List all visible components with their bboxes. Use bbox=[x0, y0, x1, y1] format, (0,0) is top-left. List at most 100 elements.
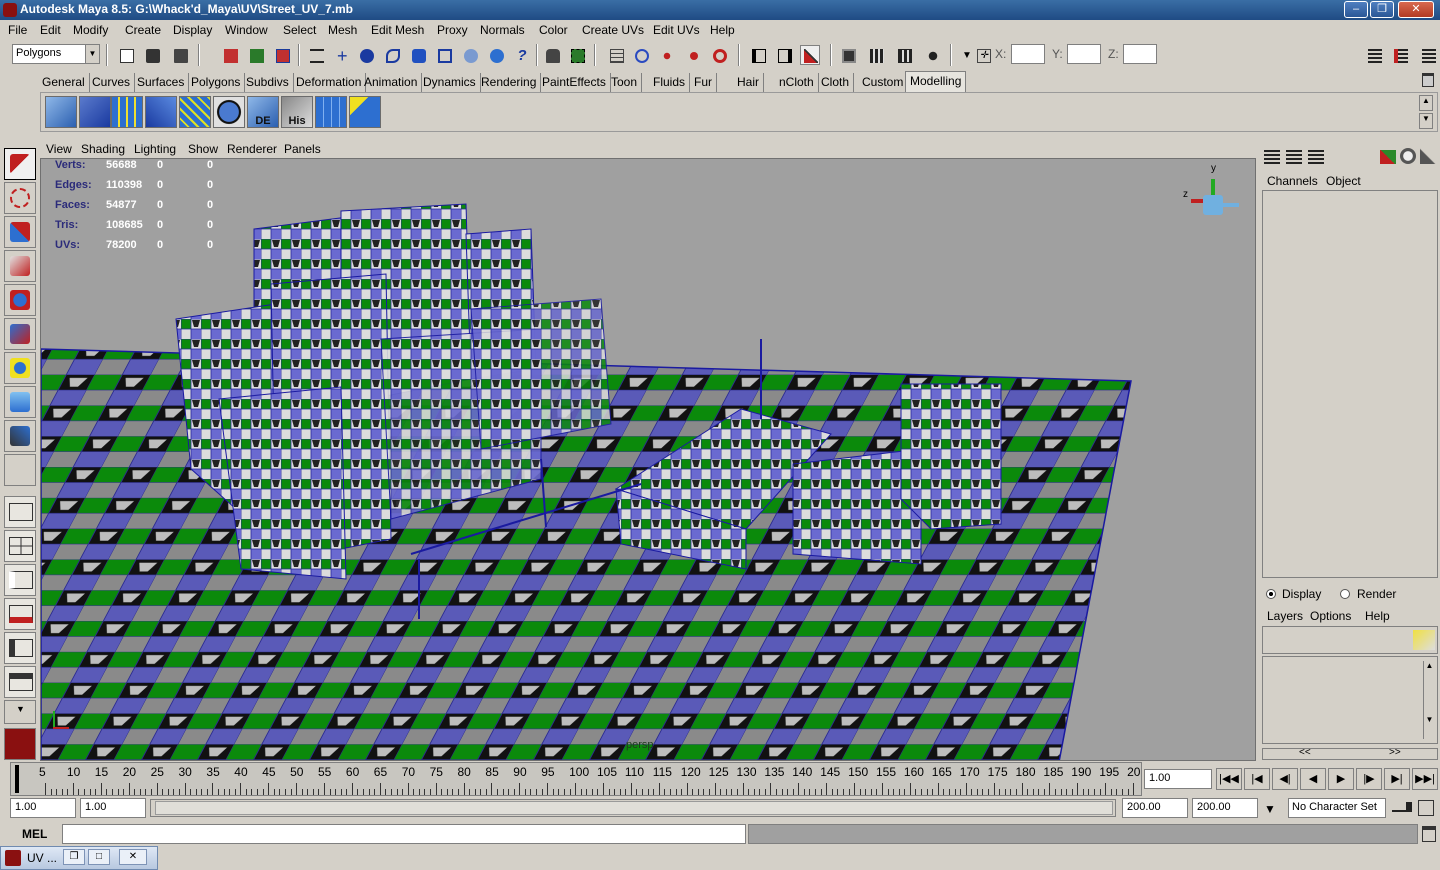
paint-select-tool-icon[interactable] bbox=[4, 216, 36, 248]
go-to-start-icon[interactable]: |◀◀ bbox=[1216, 768, 1242, 790]
universal-manipulator-icon[interactable] bbox=[4, 352, 36, 384]
select-rendering-icon[interactable] bbox=[486, 45, 506, 65]
snap-point-icon[interactable] bbox=[656, 45, 676, 65]
shelf-scroll-up-icon[interactable]: ▲ bbox=[1419, 95, 1433, 111]
save-scene-icon[interactable] bbox=[170, 45, 190, 65]
tab-deformation[interactable]: Deformation bbox=[292, 73, 367, 92]
tab-cloth[interactable]: Cloth bbox=[817, 73, 855, 92]
minimized-restore-icon[interactable]: ❐ bbox=[63, 849, 85, 865]
panel-menu-view[interactable]: View bbox=[46, 142, 72, 156]
select-surfaces-icon[interactable] bbox=[408, 45, 428, 65]
auto-key-icon[interactable] bbox=[1392, 802, 1412, 812]
script-editor-icon[interactable] bbox=[1422, 826, 1436, 842]
display-radio[interactable] bbox=[1266, 589, 1276, 599]
character-set-chevron-icon[interactable]: ▼ bbox=[1264, 802, 1276, 816]
layout-single-perspective-icon[interactable] bbox=[4, 496, 36, 528]
select-component-icon[interactable] bbox=[272, 45, 292, 65]
scroll-right-icon[interactable]: >> bbox=[1389, 747, 1401, 758]
poly-cube-icon[interactable] bbox=[45, 96, 77, 128]
select-object-icon[interactable] bbox=[246, 45, 266, 65]
panel-menu-lighting[interactable]: Lighting bbox=[134, 142, 176, 156]
y-input[interactable] bbox=[1067, 44, 1101, 64]
bevel-icon[interactable] bbox=[179, 96, 211, 128]
panel-menu-renderer[interactable]: Renderer bbox=[227, 142, 277, 156]
rotate-tool-icon[interactable] bbox=[4, 284, 36, 316]
menu-create[interactable]: Create bbox=[125, 23, 161, 37]
play-backwards-icon[interactable]: ◀ bbox=[1300, 768, 1326, 790]
menu-proxy[interactable]: Proxy bbox=[437, 23, 468, 37]
ipr-render-icon[interactable] bbox=[866, 45, 886, 65]
input-ops-icon[interactable] bbox=[748, 45, 768, 65]
manipulators-icon[interactable] bbox=[1380, 150, 1396, 164]
select-deformations-icon[interactable] bbox=[434, 45, 454, 65]
make-live-icon[interactable] bbox=[709, 45, 729, 65]
menu-create-uvs[interactable]: Create UVs bbox=[582, 23, 644, 37]
tab-ncloth[interactable]: nCloth bbox=[775, 73, 819, 92]
tab-curves[interactable]: Curves bbox=[88, 73, 136, 92]
menu-edit-mesh[interactable]: Edit Mesh bbox=[371, 23, 424, 37]
tab-modelling[interactable]: Modelling bbox=[905, 71, 967, 92]
construction-history-icon[interactable] bbox=[800, 45, 820, 65]
channel-menu-channels[interactable]: Channels bbox=[1267, 174, 1318, 188]
channel-box-area[interactable] bbox=[1262, 190, 1438, 578]
insert-edge-loop-icon[interactable] bbox=[111, 96, 143, 128]
scroll-left-icon[interactable]: << bbox=[1299, 747, 1311, 758]
tab-subdivs[interactable]: Subdivs bbox=[242, 73, 294, 92]
select-handles-icon[interactable]: + bbox=[331, 45, 351, 65]
layout-four-view-icon[interactable] bbox=[4, 530, 36, 562]
menu-help[interactable]: Help bbox=[710, 23, 735, 37]
layer-menu-layers[interactable]: Layers bbox=[1267, 609, 1303, 623]
tab-custom[interactable]: Custom bbox=[858, 73, 909, 92]
layer-menu-options[interactable]: Options bbox=[1310, 609, 1351, 623]
speed-icon[interactable] bbox=[1400, 148, 1416, 164]
playback-end-field[interactable]: 200.00 bbox=[1122, 798, 1188, 818]
menu-edit[interactable]: Edit bbox=[40, 23, 61, 37]
close-button[interactable]: ✕ bbox=[1398, 1, 1434, 18]
uv-texture-editor-icon[interactable] bbox=[349, 96, 381, 128]
minimized-maximize-icon[interactable]: □ bbox=[88, 849, 110, 865]
tab-toon[interactable]: Toon bbox=[607, 73, 643, 92]
character-set-dropdown[interactable]: No Character Set bbox=[1288, 798, 1386, 818]
mask-filter-icon[interactable] bbox=[306, 45, 326, 65]
maya-logo-icon[interactable] bbox=[4, 728, 36, 760]
animation-end-field[interactable]: 200.00 bbox=[1192, 798, 1258, 818]
smooth-icon[interactable] bbox=[213, 96, 245, 128]
open-scene-icon[interactable] bbox=[142, 45, 162, 65]
snap-curve-icon[interactable] bbox=[631, 45, 651, 65]
menu-modify[interactable]: Modify bbox=[73, 23, 108, 37]
minimize-button[interactable]: – bbox=[1344, 1, 1368, 18]
x-input[interactable] bbox=[1011, 44, 1045, 64]
tab-animation[interactable]: Animation bbox=[360, 73, 423, 92]
panel-menu-panels[interactable]: Panels bbox=[284, 142, 321, 156]
range-slider[interactable] bbox=[150, 799, 1116, 817]
current-time-marker[interactable] bbox=[15, 765, 19, 793]
tab-dynamics[interactable]: Dynamics bbox=[419, 73, 481, 92]
view-axis-gizmo-icon[interactable]: y z bbox=[1181, 163, 1241, 233]
new-scene-icon[interactable] bbox=[116, 45, 136, 65]
select-tool-icon[interactable] bbox=[4, 148, 36, 180]
tab-fur[interactable]: Fur bbox=[690, 73, 717, 92]
layer-menu-help[interactable]: Help bbox=[1365, 609, 1390, 623]
absolute-transform-icon[interactable]: ✛ bbox=[973, 45, 993, 65]
channel-box-layout-icon[interactable] bbox=[1264, 150, 1280, 164]
show-manipulator-icon[interactable] bbox=[4, 420, 36, 452]
play-forwards-icon[interactable]: ▶ bbox=[1328, 768, 1354, 790]
layer-scrollbar[interactable]: ▲ ▼ bbox=[1423, 661, 1435, 739]
split-polygon-icon[interactable] bbox=[79, 96, 111, 128]
z-input[interactable] bbox=[1123, 44, 1157, 64]
menu-normals[interactable]: Normals bbox=[480, 23, 525, 37]
menu-file[interactable]: File bbox=[8, 23, 27, 37]
select-misc-icon[interactable]: ? bbox=[511, 45, 531, 65]
snap-view-plane-icon[interactable] bbox=[683, 45, 703, 65]
soft-modification-icon[interactable] bbox=[4, 386, 36, 418]
step-back-frame-icon[interactable]: ◀| bbox=[1272, 768, 1298, 790]
channel-menu-object[interactable]: Object bbox=[1326, 174, 1361, 188]
render-current-frame-icon[interactable] bbox=[838, 45, 858, 65]
hypershade-icon[interactable] bbox=[922, 45, 942, 65]
uv-planar-icon[interactable] bbox=[315, 96, 347, 128]
menu-edit-uvs[interactable]: Edit UVs bbox=[653, 23, 700, 37]
select-hierarchy-icon[interactable] bbox=[220, 45, 240, 65]
step-forward-key-icon[interactable]: ▶| bbox=[1384, 768, 1410, 790]
tab-general[interactable]: General bbox=[38, 73, 90, 92]
menu-color[interactable]: Color bbox=[539, 23, 568, 37]
